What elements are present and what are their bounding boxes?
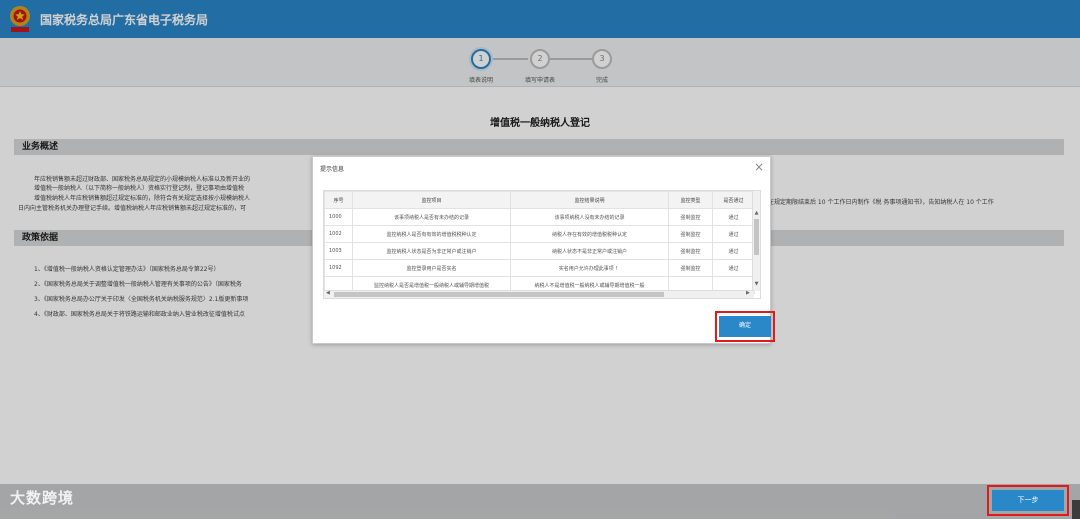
- cell-result: 纳税人存在有效的增值税税种认定: [510, 225, 669, 243]
- scroll-down-icon[interactable]: ▼: [753, 281, 760, 287]
- next-button[interactable]: 下一步: [992, 490, 1064, 511]
- table-row: 1002 监控纳税人是否有有效的增值税税种认定 纳税人存在有效的增值税税种认定 …: [324, 225, 755, 243]
- cell-item: 监控纳税人是否有有效的增值税税种认定: [352, 225, 511, 243]
- cell-pass: 通过: [712, 225, 755, 243]
- scroll-up-icon[interactable]: ▲: [753, 210, 760, 216]
- monitor-table-grid: 序号 监控项目 监控结果说明 监控类型 是否通过 1000 该事项纳税人是否有未…: [324, 191, 755, 294]
- dialog-title: 提示信息: [320, 166, 345, 173]
- table-row: 1000 该事项纳税人是否有未办结的记录 该事项纳税人没有未办结的记录 强制监控…: [324, 208, 755, 226]
- scroll-right-icon[interactable]: ▶: [746, 290, 750, 296]
- cell-id: 1092: [324, 259, 353, 277]
- cell-result: 该事项纳税人没有未办结的记录: [510, 208, 669, 226]
- cell-pass: 通过: [712, 259, 755, 277]
- col-header: 是否通过: [712, 191, 755, 209]
- cell-id: 1000: [324, 208, 353, 226]
- cell-type: 强制监控: [668, 242, 713, 260]
- cell-result: 纳税人状态不是非正常户或注销户: [510, 242, 669, 260]
- close-icon[interactable]: ×: [754, 160, 764, 174]
- cell-type: 强制监控: [668, 259, 713, 277]
- horizontal-scrollbar[interactable]: ◀ ▶: [324, 290, 754, 298]
- col-header: 监控项目: [352, 191, 511, 209]
- cell-item: 监控纳税人状态是否为非正常户或注销户: [352, 242, 511, 260]
- col-header: 监控类型: [668, 191, 713, 209]
- cell-type: 强制监控: [668, 208, 713, 226]
- col-header: 序号: [324, 191, 353, 209]
- cell-result: 实名用户允许办理此事项 ！: [510, 259, 669, 277]
- col-header: 监控结果说明: [510, 191, 669, 209]
- monitor-table: 序号 监控项目 监控结果说明 监控类型 是否通过 1000 该事项纳税人是否有未…: [323, 190, 761, 299]
- cell-pass: 通过: [712, 242, 755, 260]
- table-row: 1003 监控纳税人状态是否为非正常户或注销户 纳税人状态不是非正常户或注销户 …: [324, 242, 755, 260]
- scroll-thumb[interactable]: [754, 219, 759, 255]
- watermark: 大数跨境: [10, 489, 75, 507]
- cell-type: 强制监控: [668, 225, 713, 243]
- cell-id: 1002: [324, 225, 353, 243]
- cell-item: 监控登录用户是否实名: [352, 259, 511, 277]
- scroll-left-icon[interactable]: ◀: [326, 290, 330, 296]
- table-header-row: 序号 监控项目 监控结果说明 监控类型 是否通过: [324, 191, 755, 209]
- hscroll-thumb[interactable]: [334, 292, 664, 297]
- vertical-scrollbar[interactable]: ▲ ▼: [752, 191, 760, 291]
- cell-item: 该事项纳税人是否有未办结的记录: [352, 208, 511, 226]
- confirm-button[interactable]: 确定: [719, 316, 771, 337]
- table-row: 1092 监控登录用户是否实名 实名用户允许办理此事项 ！ 强制监控 通过: [324, 259, 755, 277]
- cell-pass: 通过: [712, 208, 755, 226]
- cell-id: 1003: [324, 242, 353, 260]
- prompt-dialog: 提示信息 × 序号 监控项目 监控结果说明 监控类型 是否通过 1000 该事项…: [312, 156, 771, 344]
